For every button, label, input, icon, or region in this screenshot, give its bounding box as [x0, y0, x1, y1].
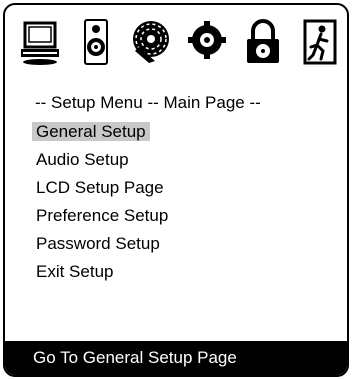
lcd-disc-icon[interactable]: [129, 17, 173, 67]
setup-menu-list: General Setup Audio Setup LCD Setup Page…: [32, 119, 172, 287]
menu-header: -- Setup Menu -- Main Page --: [35, 93, 261, 112]
preference-gear-icon[interactable]: [185, 17, 229, 67]
setup-menu-window: -- Setup Menu -- Main Page -- General Se…: [3, 3, 349, 377]
icon-toolbar: [19, 17, 339, 73]
password-lock-icon[interactable]: [241, 17, 285, 67]
menu-item-general-setup[interactable]: General Setup: [32, 122, 150, 141]
audio-speaker-icon[interactable]: [75, 17, 119, 67]
exit-door-icon[interactable]: [297, 17, 341, 67]
menu-item-password-setup[interactable]: Password Setup: [32, 231, 172, 259]
menu-item-preference-setup[interactable]: Preference Setup: [32, 203, 172, 231]
general-setup-icon[interactable]: [19, 17, 63, 67]
status-bar: Go To General Setup Page: [5, 341, 347, 375]
menu-item-exit-setup[interactable]: Exit Setup: [32, 259, 172, 287]
menu-item-audio-setup[interactable]: Audio Setup: [32, 147, 172, 175]
menu-item-lcd-setup-page[interactable]: LCD Setup Page: [32, 175, 172, 203]
